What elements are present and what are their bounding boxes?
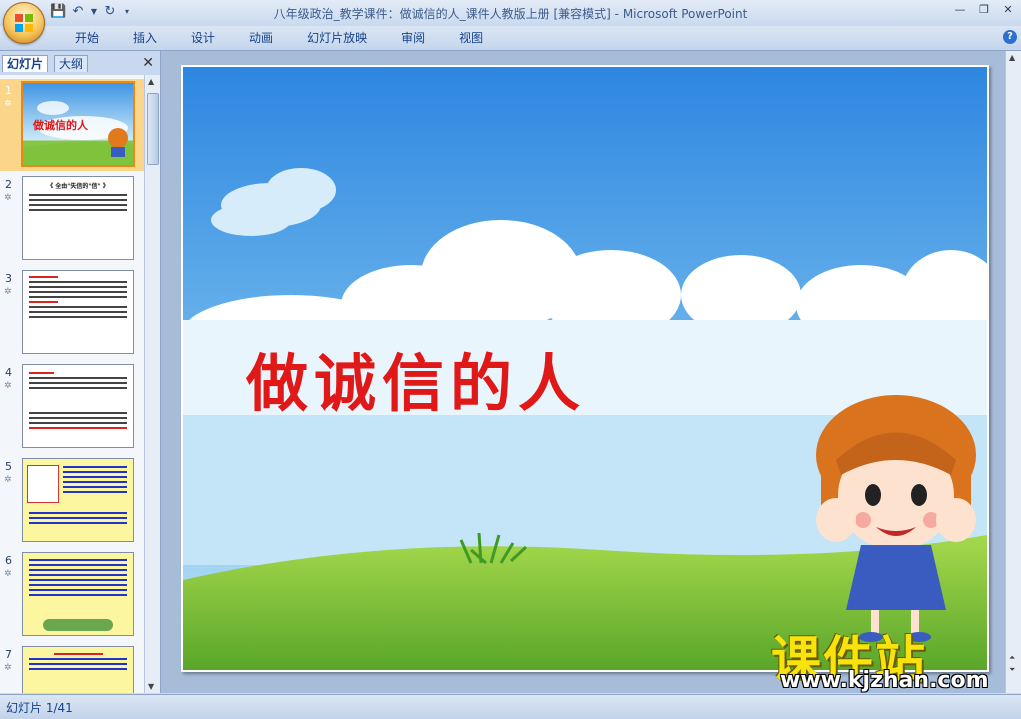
window-title: 八年级政治_教学课件：做诚信的人_课件人教版上册 [兼容模式] - Micros… (273, 7, 748, 21)
tab-slides[interactable]: 幻灯片 (2, 55, 49, 72)
scroll-down-icon[interactable]: ▼ (148, 682, 154, 691)
slide-title: 做诚信的人 (245, 347, 586, 420)
title-bar: 💾 ↶ ▼ ↻ ▾ 八年级政治_教学课件：做诚信的人_课件人教版上册 [兼容模式… (0, 0, 1021, 26)
thumbnail-preview (22, 646, 134, 693)
thumbnail-preview (22, 458, 134, 542)
thumbnail-list: 1 ✲ 做诚信的人 2 ✲ 《 全由"失信的"信" 》 3 ✲ 4 ✲ 5 ✲ … (0, 75, 144, 693)
tab-design[interactable]: 设计 (174, 30, 232, 46)
animation-star-icon: ✲ (4, 569, 12, 579)
office-logo-icon (15, 14, 33, 32)
office-button[interactable] (3, 2, 45, 44)
tab-outline[interactable]: 大纲 (54, 55, 89, 72)
restore-icon[interactable]: ❐ (977, 3, 991, 16)
watermark-url: www.kjzhan.com (780, 668, 989, 693)
panel-scrollbar[interactable]: ▲ ▼ (144, 75, 160, 693)
slide-thumbnail-7[interactable]: 7 ✲ (0, 643, 144, 693)
slide-canvas: 做诚信的人 (181, 67, 1001, 670)
tab-view[interactable]: 视图 (442, 30, 500, 46)
tab-insert[interactable]: 插入 (116, 30, 174, 46)
scroll-up-icon[interactable]: ▲ (1009, 53, 1015, 62)
animation-star-icon: ✲ (4, 475, 12, 485)
close-icon[interactable]: ✕ (1001, 3, 1015, 16)
slide-thumbnail-6[interactable]: 6 ✲ (0, 549, 144, 641)
status-bar: 幻灯片 1/41 (0, 694, 1021, 719)
animation-star-icon: ✲ (4, 663, 12, 673)
tab-slideshow[interactable]: 幻灯片放映 (290, 30, 384, 46)
slide-thumbnail-4[interactable]: 4 ✲ (0, 361, 144, 453)
ribbon: 开始 插入 设计 动画 幻灯片放映 审阅 视图 ? (0, 26, 1021, 51)
document-title: 八年级政治_教学课件：做诚信的人_课件人教版上册 [兼容模式] (273, 7, 611, 21)
slide-thumbnail-3[interactable]: 3 ✲ (0, 267, 144, 359)
tab-home[interactable]: 开始 (58, 30, 116, 46)
minimize-icon[interactable]: — (953, 3, 967, 16)
animation-star-icon: ✲ (4, 381, 12, 391)
current-slide[interactable]: 做诚信的人 (181, 65, 1001, 672)
scroll-up-icon[interactable]: ▲ (148, 77, 154, 86)
slide-thumbnail-1[interactable]: 1 ✲ 做诚信的人 (0, 79, 144, 171)
tab-animations[interactable]: 动画 (232, 30, 290, 46)
app-name: Microsoft PowerPoint (622, 7, 748, 21)
next-slide-icon[interactable]: ⏷ (1009, 665, 1015, 675)
thumb2-title: 《 全由"失信的"信" 》 (47, 183, 109, 190)
thumbnail-preview (22, 364, 134, 448)
slide-thumbnail-2[interactable]: 2 ✲ 《 全由"失信的"信" 》 (0, 173, 144, 265)
animation-star-icon: ✲ (4, 287, 12, 297)
ribbon-tabs: 开始 插入 设计 动画 幻灯片放映 审阅 视图 (58, 30, 500, 46)
thumbnail-preview: 《 全由"失信的"信" 》 (22, 176, 134, 260)
slide-editor: 做诚信的人 ▲ ⏶ ⏷ (161, 51, 1021, 693)
thumbnail-preview (22, 552, 134, 636)
thumbnail-preview: 做诚信的人 (21, 81, 135, 167)
panel-close-icon[interactable]: ✕ (142, 55, 154, 71)
slide-counter: 幻灯片 1/41 (6, 701, 73, 715)
thumbnail-preview (22, 270, 134, 354)
tab-review[interactable]: 审阅 (384, 30, 442, 46)
help-icon[interactable]: ? (1003, 30, 1017, 44)
scrollbar-thumb[interactable] (147, 93, 159, 165)
animation-star-icon: ✲ (4, 99, 12, 109)
window-controls: — ❐ ✕ (953, 3, 1015, 16)
editor-scrollbar[interactable]: ▲ ⏶ ⏷ (1005, 51, 1021, 693)
prev-slide-icon[interactable]: ⏶ (1009, 653, 1015, 663)
animation-star-icon: ✲ (4, 193, 12, 203)
panel-tabs: 幻灯片 大纲 ✕ (0, 53, 160, 73)
thumb1-title: 做诚信的人 (33, 119, 88, 132)
slide-thumbnail-5[interactable]: 5 ✲ (0, 455, 144, 547)
slides-panel: 幻灯片 大纲 ✕ 1 ✲ 做诚信的人 2 ✲ 《 全由"失信的"信" 》 3 ✲… (0, 51, 161, 693)
